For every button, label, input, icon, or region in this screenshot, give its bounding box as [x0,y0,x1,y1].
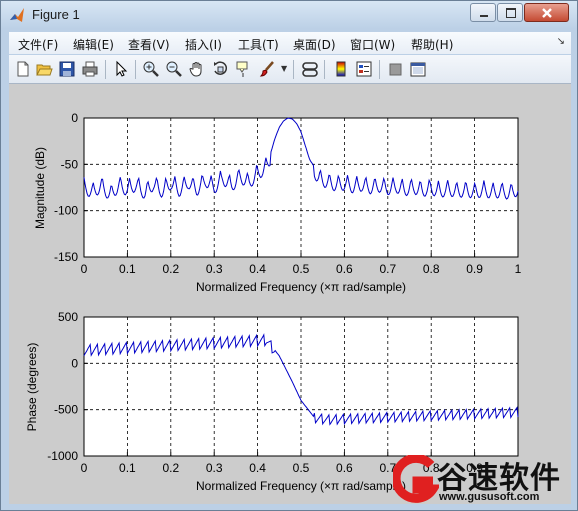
double-chevron-icon[interactable]: ↘ [557,36,565,47]
maximize-icon [506,8,516,18]
data-cursor-icon[interactable] [234,60,252,78]
maximize-button[interactable] [497,3,523,22]
phase-x-tick-label: 0.5 [293,461,310,475]
show-plot-tools-icon[interactable] [409,60,427,78]
phase-xlabel: Normalized Frequency (×π rad/sample) [196,479,406,493]
legend-icon[interactable] [355,60,373,78]
plots-svg: 0 0.1 0.2 0.3 0.4 0.5 0.6 0.7 0.8 0.9 1 0 -50 -100 -1… [25,111,522,493]
save-icon[interactable] [58,60,76,78]
print-icon[interactable] [81,60,99,78]
magnitude-y-tick-label: -150 [54,250,78,264]
magnitude-x-tick-label: 0.2 [162,262,179,276]
magnitude-x-tick-label: 0.9 [466,262,483,276]
magnitude-x-tick-label: 0.3 [206,262,223,276]
toolbar-separator [135,60,136,79]
matlab-logo-icon [10,8,24,22]
phase-ylabel: Phase (degrees) [25,343,39,432]
magnitude-x-tick-label: 0.4 [249,262,266,276]
zoom-in-icon[interactable] [142,60,160,78]
link-plot-icon[interactable] [301,60,319,78]
colorbar-icon[interactable] [332,60,350,78]
watermark-url: www.gususoft.com [439,491,540,503]
menu-tools[interactable]: 工具(T) [238,36,279,53]
minimize-icon [480,15,488,17]
menu-bar: 文件(F) 编辑(E) 查看(V) 插入(I) 工具(T) 桌面(D) 窗口(W… [9,32,571,54]
menu-file[interactable]: 文件(F) [18,36,58,53]
close-button[interactable] [524,3,569,22]
phase-x-tick-label: 0.4 [249,461,266,475]
phase-x-tick-label: 0.3 [206,461,223,475]
menu-window[interactable]: 窗口(W) [350,36,395,53]
pointer-icon[interactable] [112,60,130,78]
figure-window: Figure 1 文件(F) 编辑(E) 查看(V) 插入(I) 工具(T) 桌… [0,0,578,511]
phase-y-tick-label: 500 [58,310,78,324]
window-title: Figure 1 [32,7,80,22]
menu-help[interactable]: 帮助(H) [411,36,453,53]
figure-canvas: 0 0.1 0.2 0.3 0.4 0.5 0.6 0.7 0.8 0.9 1 0 -50 -100 -1… [9,84,571,504]
watermark: 谷速软件 www.gususoft.com [393,453,573,509]
magnitude-x-tick-label: 1 [515,262,522,276]
menu-insert[interactable]: 插入(I) [185,36,222,53]
magnitude-xlabel: Normalized Frequency (×π rad/sample) [196,280,406,294]
minimize-button[interactable] [470,3,496,22]
magnitude-x-tick-label: 0.1 [119,262,136,276]
chevron-down-icon[interactable]: ▼ [281,64,287,73]
phase-x-tick-label: 0.2 [162,461,179,475]
magnitude-ylabel: Magnitude (dB) [33,147,47,229]
magnitude-x-tick-label: 0.6 [336,262,353,276]
toolbar-separator [293,60,294,79]
pan-hand-icon[interactable] [188,60,206,78]
hide-plot-tools-icon[interactable] [387,60,405,78]
toolbar-separator [105,60,106,79]
gususoft-logo-icon [393,455,439,503]
magnitude-y-tick-label: -50 [61,157,79,171]
phase-x-tick-label: 0 [81,461,88,475]
phase-y-ticks: 500 0 -500 -1000 [47,310,88,463]
magnitude-y-tick-label: -100 [54,204,78,218]
zoom-out-icon[interactable] [165,60,183,78]
menu-desktop[interactable]: 桌面(D) [293,36,336,53]
open-file-icon[interactable] [35,60,53,78]
toolbar-separator [324,60,325,79]
magnitude-axes[interactable]: 0 0.1 0.2 0.3 0.4 0.5 0.6 0.7 0.8 0.9 1 0 -50 -100 -1… [33,111,522,294]
magnitude-y-tick-label: 0 [71,111,78,125]
figure-toolbar: ▼ [9,55,571,84]
magnitude-x-tick-label: 0 [81,262,88,276]
magnitude-x-tick-label: 0.8 [423,262,440,276]
phase-y-tick-label: 0 [71,356,78,370]
phase-y-tick-label: -500 [54,403,78,417]
close-icon [542,8,552,18]
magnitude-x-tick-label: 0.5 [293,262,310,276]
phase-x-tick-label: 0.6 [336,461,353,475]
phase-y-tick-label: -1000 [47,449,78,463]
title-bar[interactable]: Figure 1 [1,1,577,29]
magnitude-y-ticks: 0 -50 -100 -150 [54,111,88,264]
brush-icon[interactable] [259,60,277,78]
rotate-3d-icon[interactable] [211,60,229,78]
menu-edit[interactable]: 编辑(E) [73,36,114,53]
toolbar-separator [379,60,380,79]
magnitude-x-tick-label: 0.7 [379,262,396,276]
menu-view[interactable]: 查看(V) [128,36,170,53]
new-figure-icon[interactable] [14,60,32,78]
phase-x-tick-label: 0.1 [119,461,136,475]
